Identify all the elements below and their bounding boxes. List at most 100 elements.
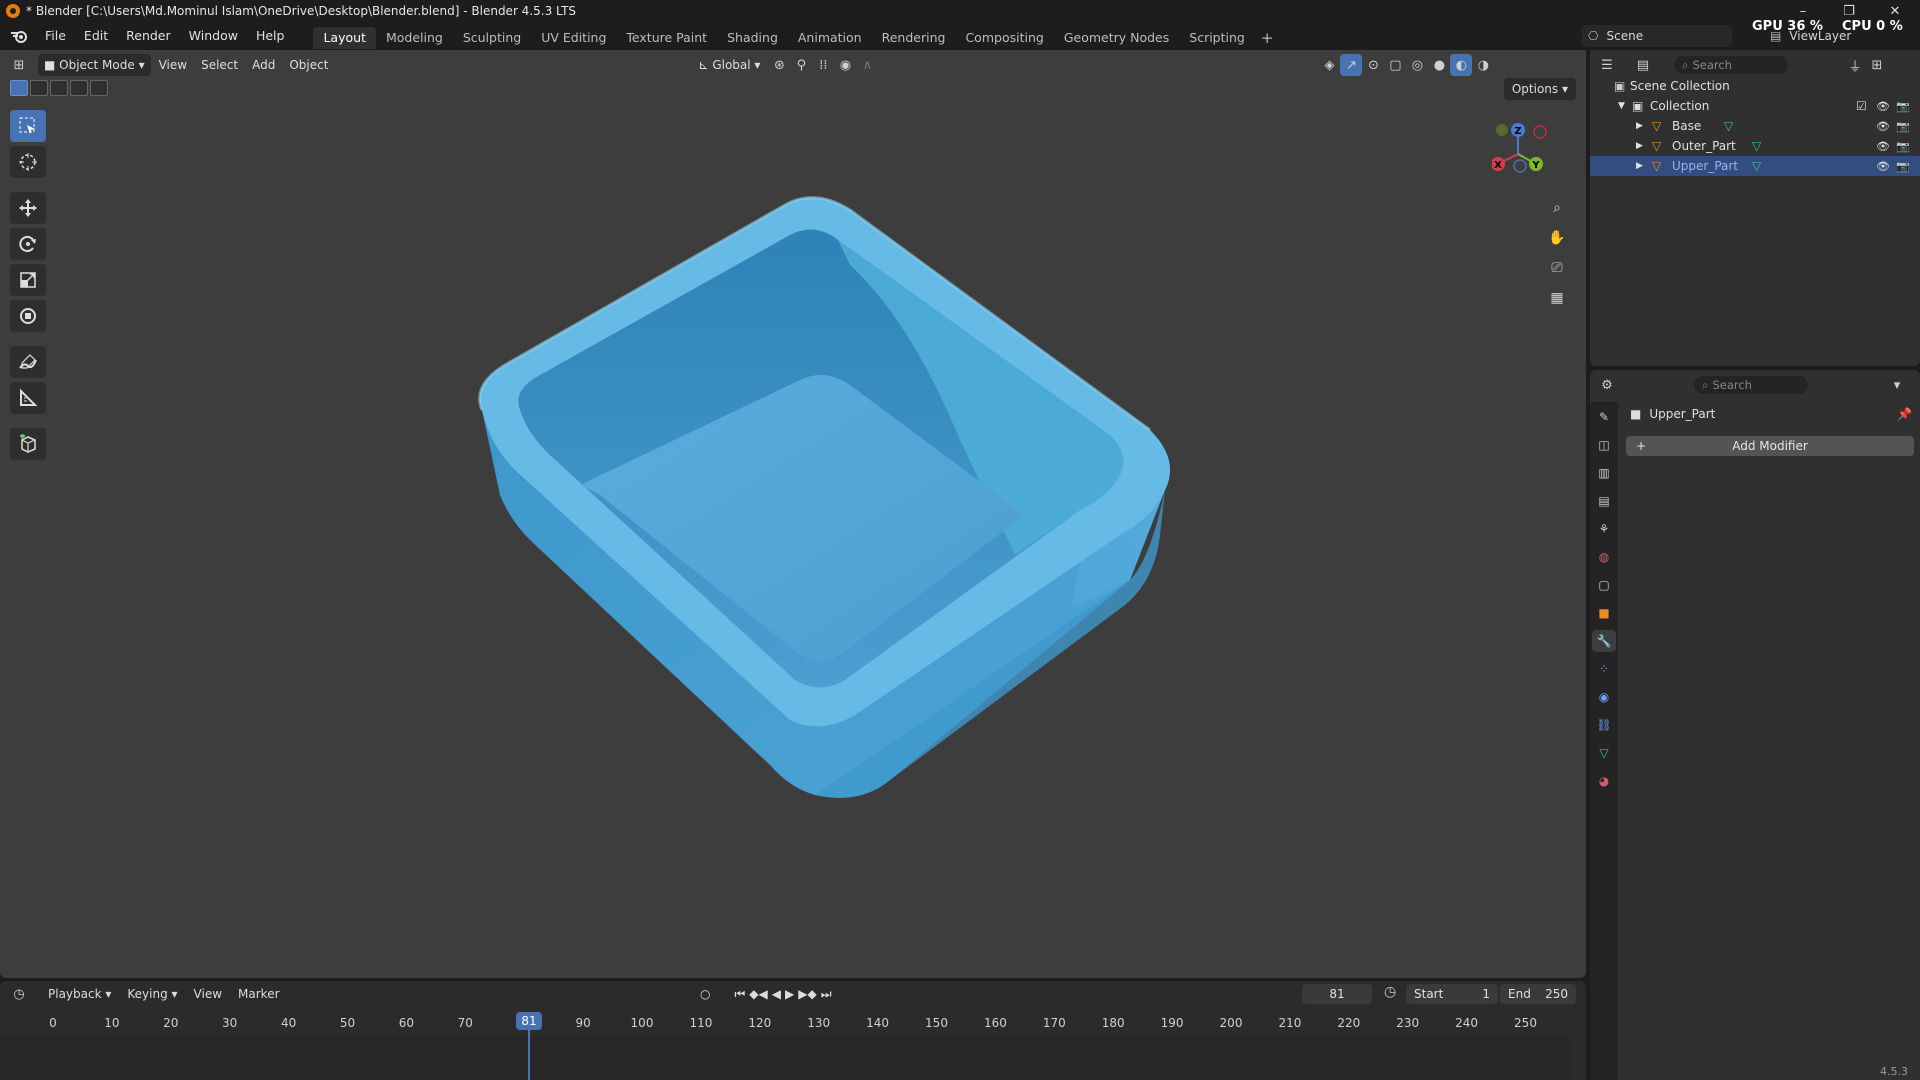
scene-selector[interactable]: ⎔ Scene xyxy=(1582,25,1732,47)
menu-help[interactable]: Help xyxy=(247,25,294,47)
timeline-track-area[interactable] xyxy=(0,1035,1570,1080)
new-collection-icon[interactable]: ⊞ xyxy=(1866,54,1888,76)
transform-orientation-dropdown[interactable]: ⊾ Global ▾ xyxy=(692,54,766,76)
jump-keyframe-back-icon[interactable]: ◆◀ xyxy=(749,987,767,1001)
current-frame-field[interactable]: 81 xyxy=(1302,984,1372,1004)
start-frame-field[interactable]: Start 1 xyxy=(1406,984,1498,1004)
base-expand-icon[interactable]: ▶ xyxy=(1636,121,1643,131)
select-new-icon[interactable] xyxy=(10,80,28,96)
outliner-search-input[interactable]: ⌕ Search xyxy=(1674,56,1788,74)
properties-search-input[interactable]: ⌕ Search xyxy=(1694,376,1808,394)
camera-view-icon[interactable]: ⎚ xyxy=(1542,256,1572,280)
outliner-row-base[interactable]: ▶ ▽ Base ▽ 👁 📷 xyxy=(1590,116,1920,136)
gizmo-toggle-icon[interactable]: ↗ xyxy=(1340,54,1363,76)
add-menu[interactable]: Add xyxy=(246,54,281,76)
jump-end-icon[interactable]: ⏭ xyxy=(821,987,832,1002)
proportional-editing-icon[interactable]: ◉ xyxy=(834,54,856,76)
zoom-icon[interactable]: ⌕ xyxy=(1542,196,1572,220)
object-tab-icon[interactable]: ■ xyxy=(1592,602,1616,624)
scene-tab-icon[interactable]: ⚘ xyxy=(1592,518,1616,540)
scene-collection-row[interactable]: ▣ Scene Collection xyxy=(1590,76,1920,96)
menu-render[interactable]: Render xyxy=(117,25,180,47)
tab-modeling[interactable]: Modeling xyxy=(376,27,453,49)
view-layer-tab-icon[interactable]: ▤ xyxy=(1592,490,1616,512)
tab-rendering[interactable]: Rendering xyxy=(872,27,956,49)
snap-icon[interactable]: ⚲ xyxy=(790,54,812,76)
tab-texture-paint[interactable]: Texture Paint xyxy=(616,27,717,49)
properties-options-icon[interactable]: ▾ xyxy=(1886,374,1908,396)
rotate-tool-icon[interactable] xyxy=(10,228,46,260)
render-tab-icon[interactable]: ◫ xyxy=(1592,434,1616,456)
wireframe-shading-icon[interactable]: ◎ xyxy=(1406,54,1428,76)
frame-ruler[interactable]: 0 10 20 30 40 50 60 70 90 100 110 120 130 140 150 160 17… xyxy=(0,1013,1586,1035)
timeline-editor-type-icon[interactable]: ◷ xyxy=(8,983,30,1005)
outer-part-expand-icon[interactable]: ▶ xyxy=(1636,141,1643,151)
play-reverse-icon[interactable]: ◀ xyxy=(772,987,781,1001)
collection-row[interactable]: ▼ ▣ Collection ☑ 👁 📷 xyxy=(1590,96,1920,116)
tab-animation[interactable]: Animation xyxy=(788,27,872,49)
menu-edit[interactable]: Edit xyxy=(75,25,117,47)
pan-hand-icon[interactable]: ✋ xyxy=(1542,226,1572,250)
view-layer-selector[interactable]: ▤ ViewLayer xyxy=(1764,25,1884,47)
select-extend-icon[interactable] xyxy=(30,80,48,96)
overlay-toggle-icon[interactable]: ⊙ xyxy=(1362,54,1384,76)
outer-part-eye-icon[interactable]: 👁 xyxy=(1876,140,1890,153)
collection-tab-icon[interactable]: ▢ xyxy=(1592,574,1616,596)
filter-icon[interactable]: ⏚ xyxy=(1844,54,1866,76)
marker-menu[interactable]: Marker xyxy=(230,987,287,1001)
mode-dropdown[interactable]: ■ Object Mode ▾ xyxy=(38,54,151,76)
modifier-tab-icon[interactable]: 🔧 xyxy=(1592,630,1616,652)
select-intersect-icon[interactable] xyxy=(90,80,108,96)
collection-camera-icon[interactable]: 📷 xyxy=(1896,100,1910,113)
outliner-editor-type-icon[interactable]: ☰ xyxy=(1596,54,1618,76)
timeline-view-menu[interactable]: View xyxy=(186,987,230,1001)
collection-checkbox-icon[interactable]: ☑ xyxy=(1856,99,1867,113)
menu-window[interactable]: Window xyxy=(180,25,247,47)
upper-part-mesh[interactable] xyxy=(470,140,1190,860)
particles-tab-icon[interactable]: ⁘ xyxy=(1592,658,1616,680)
collection-eye-icon[interactable]: 👁 xyxy=(1876,100,1890,113)
measure-tool-icon[interactable] xyxy=(10,382,46,414)
physics-tab-icon[interactable]: ◉ xyxy=(1592,686,1616,708)
outer-part-camera-icon[interactable]: 📷 xyxy=(1896,140,1910,153)
material-tab-icon[interactable]: ◕ xyxy=(1592,770,1616,792)
constraints-tab-icon[interactable]: ⛓ xyxy=(1592,714,1616,736)
outliner-row-outer-part[interactable]: ▶ ▽ Outer_Part ▽ 👁 📷 xyxy=(1590,136,1920,156)
tab-geometry-nodes[interactable]: Geometry Nodes xyxy=(1054,27,1179,49)
add-modifier-button[interactable]: + Add Modifier xyxy=(1626,436,1914,456)
base-camera-icon[interactable]: 📷 xyxy=(1896,120,1910,133)
pin-icon[interactable]: 📌 xyxy=(1897,407,1912,421)
world-tab-icon[interactable]: ◍ xyxy=(1592,546,1616,568)
tab-scripting[interactable]: Scripting xyxy=(1179,27,1255,49)
playback-menu[interactable]: Playback ▾ xyxy=(40,987,119,1001)
editor-type-icon[interactable]: ⊞ xyxy=(8,54,30,76)
display-mode-icon[interactable]: ▤ xyxy=(1632,54,1654,76)
select-invert-icon[interactable] xyxy=(70,80,88,96)
rendered-shading-icon[interactable]: ◑ xyxy=(1472,54,1494,76)
options-dropdown[interactable]: Options ▾ xyxy=(1503,78,1576,100)
select-box-tool-icon[interactable] xyxy=(10,110,46,142)
tool-tab-icon[interactable]: ✎ xyxy=(1592,406,1616,428)
end-frame-field[interactable]: End 250 xyxy=(1500,984,1576,1004)
xray-icon[interactable]: ▢ xyxy=(1384,54,1406,76)
auto-keying-icon[interactable]: ○ xyxy=(700,987,710,1001)
transform-tool-icon[interactable] xyxy=(10,300,46,332)
perspective-grid-icon[interactable]: ▦ xyxy=(1542,286,1572,310)
select-menu[interactable]: Select xyxy=(195,54,244,76)
properties-editor-type-icon[interactable]: ⚙ xyxy=(1596,374,1618,396)
upper-part-eye-icon[interactable]: 👁 xyxy=(1876,160,1890,173)
upper-part-camera-icon[interactable]: 📷 xyxy=(1896,160,1910,173)
add-cube-tool-icon[interactable] xyxy=(10,428,46,460)
add-workspace-button[interactable]: + xyxy=(1255,27,1280,49)
jump-start-icon[interactable]: ⏮ xyxy=(734,987,745,1002)
play-icon[interactable]: ▶ xyxy=(785,987,794,1001)
outliner-row-upper-part[interactable]: ▶ ▽ Upper_Part ▽ 👁 📷 xyxy=(1590,156,1920,176)
collection-expand-icon[interactable]: ▼ xyxy=(1618,101,1625,111)
data-tab-icon[interactable]: ▽ xyxy=(1592,742,1616,764)
tab-compositing[interactable]: Compositing xyxy=(955,27,1053,49)
scale-tool-icon[interactable] xyxy=(10,264,46,296)
keying-menu[interactable]: Keying ▾ xyxy=(119,987,185,1001)
3d-viewport[interactable]: ⊞ ■ Object Mode ▾ View Select Add Object… xyxy=(0,50,1586,978)
object-menu[interactable]: Object xyxy=(283,54,334,76)
outer-part-mesh-data-icon[interactable]: ▽ xyxy=(1752,139,1761,153)
